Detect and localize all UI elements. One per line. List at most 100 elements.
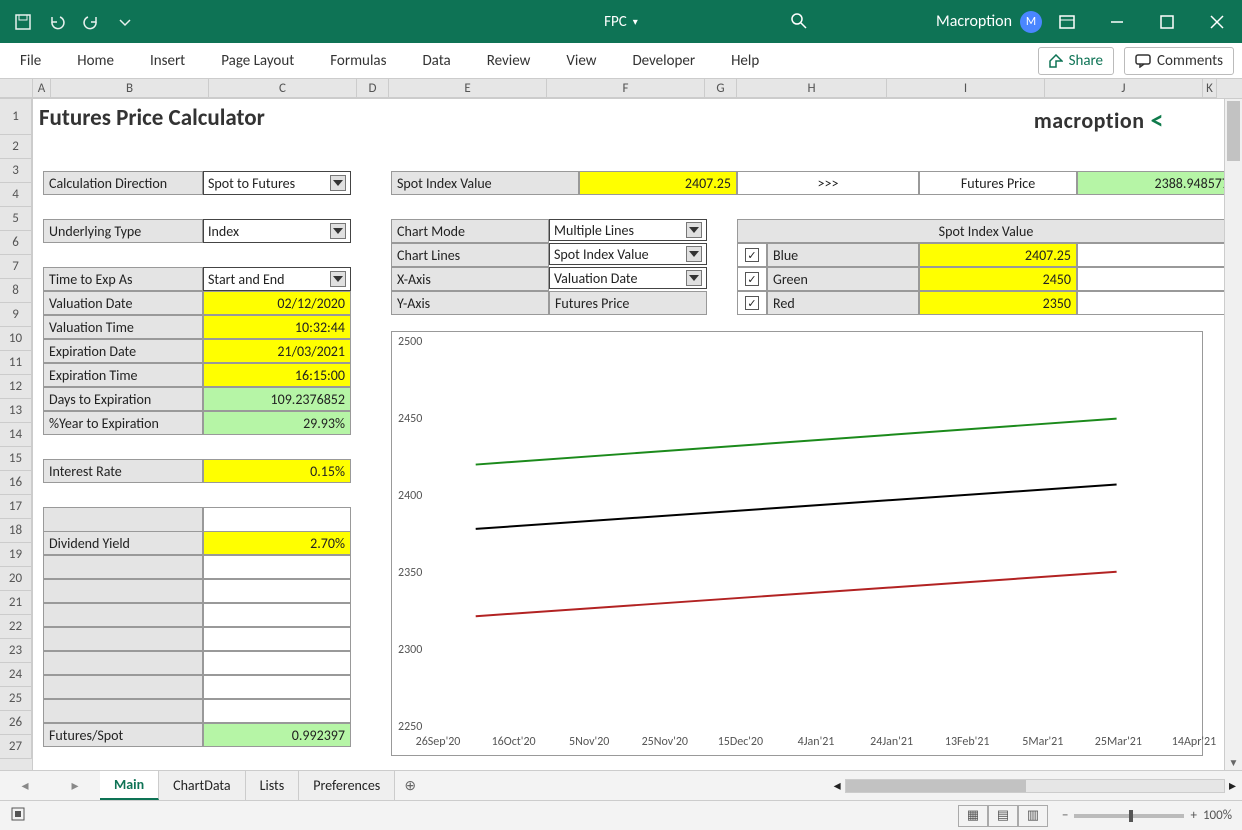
record-macro-icon[interactable] (10, 806, 26, 826)
chevron-down-icon: ▾ (633, 15, 638, 28)
series-red (476, 572, 1117, 616)
horizontal-scrollbar[interactable]: ◂▸ (828, 771, 1242, 800)
sheet-tab-preferences[interactable]: Preferences (299, 771, 395, 800)
valuation-date-label: Valuation Date (43, 291, 203, 315)
share-button[interactable]: Share (1038, 47, 1114, 75)
chart[interactable]: 22502300235024002450250026Sep'2016Oct'20… (391, 331, 1203, 756)
chk-green-wrap[interactable] (737, 267, 767, 291)
view-normal-icon[interactable]: ▦ (958, 805, 988, 827)
chart-mode-dropdown[interactable]: Multiple Lines (549, 219, 707, 241)
redo-icon[interactable] (74, 7, 108, 37)
select-all-corner[interactable] (0, 79, 33, 98)
blank-value[interactable] (203, 579, 351, 603)
blank-value[interactable] (203, 699, 351, 723)
blank-value[interactable] (203, 603, 351, 627)
tab-data[interactable]: Data (418, 44, 454, 78)
blank-value[interactable] (203, 555, 351, 579)
tab-home[interactable]: Home (73, 44, 118, 78)
blank-value[interactable] (203, 627, 351, 651)
y-tick: 2450 (398, 412, 422, 426)
minimize-icon[interactable] (1092, 0, 1142, 43)
x-tick: 24Jan'21 (870, 735, 913, 749)
chart-lines-label: Chart Lines (391, 243, 549, 267)
sheet-tab-lists[interactable]: Lists (246, 771, 300, 800)
blue-value[interactable]: 2407.25 (919, 243, 1077, 267)
spot-value[interactable]: 2407.25 (579, 171, 737, 195)
blank-17[interactable] (43, 507, 203, 531)
tab-formulas[interactable]: Formulas (326, 44, 390, 78)
tab-help[interactable]: Help (727, 44, 763, 78)
blank-label[interactable] (43, 651, 203, 675)
checkbox-red[interactable] (745, 296, 759, 310)
checkbox-green[interactable] (745, 272, 759, 286)
scroll-thumb[interactable] (1227, 101, 1240, 161)
blank-label[interactable] (43, 603, 203, 627)
red-value[interactable]: 2350 (919, 291, 1077, 315)
green-extra[interactable] (1077, 267, 1235, 291)
zoom-slider[interactable] (1074, 814, 1184, 818)
zoom-in-icon[interactable]: + (1190, 808, 1196, 823)
account-name[interactable]: Macroption M (936, 0, 1042, 43)
blank-label[interactable] (43, 579, 203, 603)
red-extra[interactable] (1077, 291, 1235, 315)
expiration-date-value[interactable]: 21/03/2021 (203, 339, 351, 363)
blank-value[interactable] (203, 651, 351, 675)
calc-dir-dropdown[interactable]: Spot to Futures (203, 171, 351, 195)
tte-label: Time to Exp As (43, 267, 203, 291)
row-headers[interactable]: 1234567891011121314151617181920212223242… (0, 99, 33, 770)
ribbon-display-icon[interactable] (1042, 0, 1092, 43)
undo-icon[interactable] (40, 7, 74, 37)
scroll-down-icon[interactable]: ▼ (1225, 754, 1242, 770)
view-page-layout-icon[interactable]: ▤ (988, 805, 1018, 827)
blank-label[interactable] (43, 699, 203, 723)
y-tick: 2500 (398, 335, 422, 349)
chk-red-wrap[interactable] (737, 291, 767, 315)
checkbox-blue[interactable] (745, 248, 759, 262)
chart-lines-dropdown[interactable]: Spot Index Value (549, 243, 707, 265)
blank-label[interactable] (43, 627, 203, 651)
sheet-tab-main[interactable]: Main (100, 771, 159, 800)
blank-label[interactable] (43, 555, 203, 579)
tab-developer[interactable]: Developer (628, 44, 699, 78)
div-value[interactable]: 2.70% (203, 531, 351, 555)
new-sheet-icon[interactable]: ⊕ (395, 771, 425, 800)
tab-nav-last-icon[interactable]: ▸ (50, 771, 100, 800)
ir-value[interactable]: 0.15% (203, 459, 351, 483)
underlying-type-dropdown[interactable]: Index (203, 219, 351, 243)
green-value[interactable]: 2450 (919, 267, 1077, 291)
search-icon[interactable] (790, 12, 808, 30)
chk-blue-wrap[interactable] (737, 243, 767, 267)
blank-17v[interactable] (203, 507, 351, 531)
comments-button[interactable]: Comments (1124, 47, 1234, 75)
vertical-scrollbar[interactable]: ▲ ▼ (1224, 99, 1242, 770)
close-icon[interactable] (1192, 0, 1242, 43)
blank-label[interactable] (43, 675, 203, 699)
days-exp-label: Days to Expiration (43, 387, 203, 411)
maximize-icon[interactable] (1142, 0, 1192, 43)
view-page-break-icon[interactable]: ▥ (1018, 805, 1048, 827)
blank-value[interactable] (203, 675, 351, 699)
document-title[interactable]: FPC ▾ (604, 13, 638, 31)
valuation-time-value[interactable]: 10:32:44 (203, 315, 351, 339)
expiration-time-value[interactable]: 16:15:00 (203, 363, 351, 387)
save-icon[interactable] (6, 7, 40, 37)
tte-dropdown[interactable]: Start and End (203, 267, 351, 291)
column-headers[interactable]: A B C D E F G H I J K (0, 79, 1242, 99)
tab-nav-first-icon[interactable]: ◂ (0, 771, 50, 800)
tab-insert[interactable]: Insert (146, 44, 189, 78)
tab-page-layout[interactable]: Page Layout (217, 44, 298, 78)
spreadsheet-grid[interactable]: Futures Price Calculator macroption< Spo… (33, 99, 1224, 770)
pct-year-value: 29.93% (203, 411, 351, 435)
red-label: Red (767, 291, 919, 315)
sheet-tab-chartdata[interactable]: ChartData (159, 771, 246, 800)
tab-file[interactable]: File (16, 44, 45, 78)
tab-review[interactable]: Review (483, 44, 535, 78)
zoom-level[interactable]: 100% (1203, 808, 1232, 823)
tab-view[interactable]: View (562, 44, 600, 78)
valuation-date-value[interactable]: 02/12/2020 (203, 291, 351, 315)
zoom-out-icon[interactable]: − (1062, 808, 1068, 823)
zoom-control[interactable]: − + 100% (1062, 808, 1232, 823)
qat-customize-icon[interactable] (108, 7, 142, 37)
blue-extra[interactable] (1077, 243, 1235, 267)
xaxis-dropdown[interactable]: Valuation Date (549, 267, 707, 289)
